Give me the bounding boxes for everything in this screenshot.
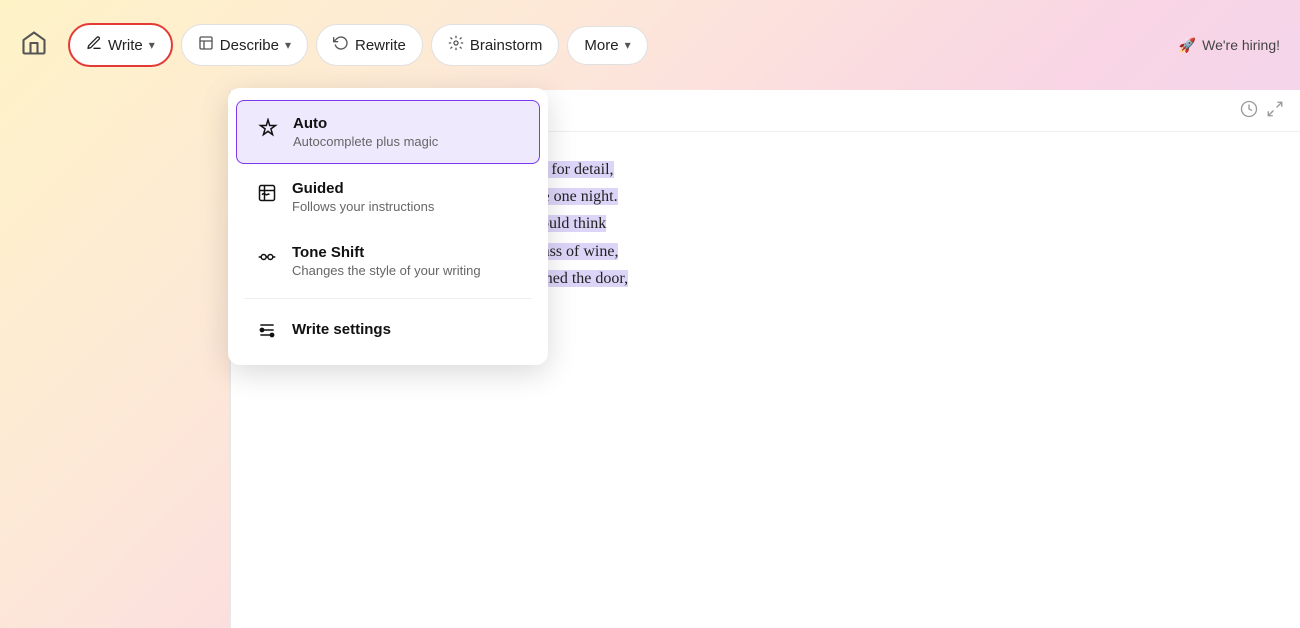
write-icon xyxy=(86,35,102,55)
tone-shift-icon xyxy=(256,246,278,268)
auto-title: Auto xyxy=(293,115,438,132)
toolbar-actions xyxy=(1240,100,1284,121)
home-button[interactable] xyxy=(20,29,48,62)
history-icon[interactable] xyxy=(1240,100,1258,121)
guided-subtitle: Follows your instructions xyxy=(292,199,434,214)
auto-sparkle-icon xyxy=(257,117,279,139)
dropdown-item-auto[interactable]: Auto Autocomplete plus magic xyxy=(236,100,540,164)
hiring-text: We're hiring! xyxy=(1202,37,1280,53)
describe-button[interactable]: Describe ▾ xyxy=(181,24,308,66)
brainstorm-label: Brainstorm xyxy=(470,37,543,54)
dropdown-item-settings[interactable]: Write settings xyxy=(236,305,540,353)
guided-icon xyxy=(256,182,278,204)
write-button[interactable]: Write ▾ xyxy=(68,23,173,67)
top-nav: Write ▾ Describe ▾ Rewrite xyxy=(0,0,1300,90)
write-chevron-icon: ▾ xyxy=(149,38,155,52)
brainstorm-button[interactable]: Brainstorm xyxy=(431,24,560,66)
more-label: More xyxy=(584,37,618,54)
rewrite-button[interactable]: Rewrite xyxy=(316,24,423,66)
brainstorm-icon xyxy=(448,35,464,55)
describe-chevron-icon: ▾ xyxy=(285,38,291,52)
guided-text-wrap: Guided Follows your instructions xyxy=(292,180,434,214)
settings-label: Write settings xyxy=(292,321,391,338)
more-chevron-icon: ▾ xyxy=(625,38,631,52)
settings-icon xyxy=(256,319,278,341)
rewrite-icon xyxy=(333,35,349,55)
tone-shift-title: Tone Shift xyxy=(292,244,481,261)
auto-subtitle: Autocomplete plus magic xyxy=(293,134,438,149)
write-dropdown-menu: Auto Autocomplete plus magic Guided Foll… xyxy=(228,88,548,365)
rewrite-label: Rewrite xyxy=(355,37,406,54)
tone-shift-text-wrap: Tone Shift Changes the style of your wri… xyxy=(292,244,481,278)
expand-icon[interactable] xyxy=(1266,100,1284,121)
dropdown-item-tone-shift[interactable]: Tone Shift Changes the style of your wri… xyxy=(236,230,540,292)
dropdown-divider xyxy=(244,298,532,299)
left-sidebar xyxy=(0,90,230,628)
rocket-icon: 🚀 xyxy=(1179,37,1196,54)
dropdown-item-guided[interactable]: Guided Follows your instructions xyxy=(236,166,540,228)
describe-icon xyxy=(198,35,214,55)
guided-title: Guided xyxy=(292,180,434,197)
auto-text-wrap: Auto Autocomplete plus magic xyxy=(293,115,438,149)
describe-label: Describe xyxy=(220,37,279,54)
tone-shift-subtitle: Changes the style of your writing xyxy=(292,263,481,278)
write-label: Write xyxy=(108,37,143,54)
more-button[interactable]: More ▾ xyxy=(567,26,647,65)
hiring-badge[interactable]: 🚀 We're hiring! xyxy=(1179,37,1280,54)
